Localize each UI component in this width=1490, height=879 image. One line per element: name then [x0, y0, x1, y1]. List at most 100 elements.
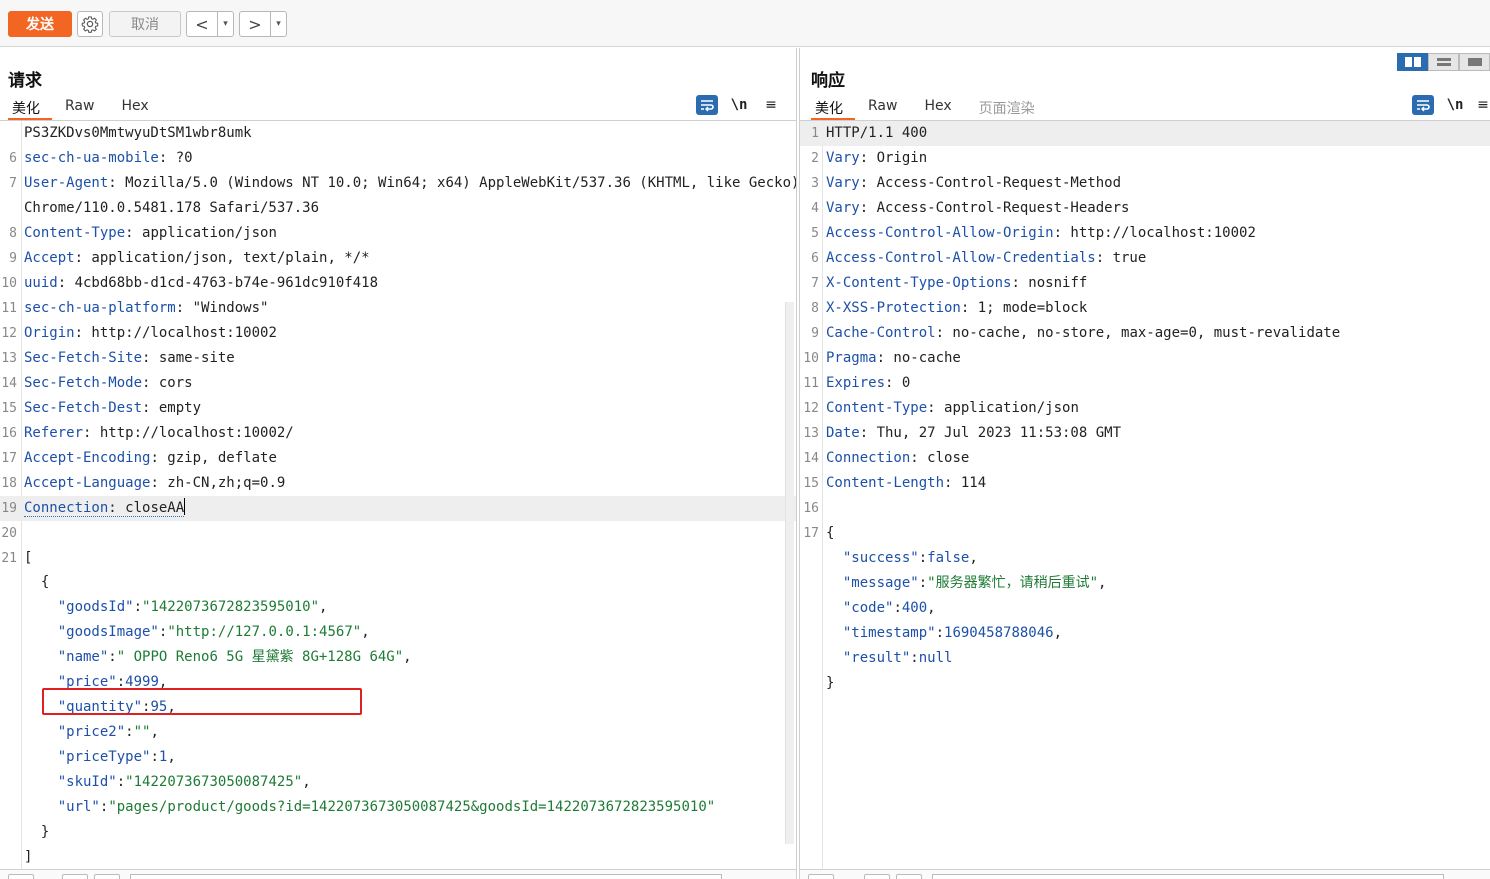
- header-name: User-Agent: [24, 175, 109, 191]
- json-value: 1690458788046: [944, 625, 1054, 641]
- json-line: {: [0, 570, 796, 595]
- back-button[interactable]: <: [187, 12, 218, 36]
- newline-toggle-icon[interactable]: \n: [728, 95, 750, 115]
- line-number: 18: [1, 476, 17, 491]
- header-value: : no-cache, no-store, max-age=0, must-re…: [935, 325, 1341, 341]
- line-number: 9: [9, 251, 17, 266]
- back-history-dropdown[interactable]: ▾: [218, 12, 233, 36]
- menu-icon[interactable]: ≡: [1476, 95, 1490, 115]
- header-value: : empty: [142, 400, 202, 416]
- line-content: "priceType":1,: [57, 749, 176, 765]
- line-number: 7: [811, 276, 819, 291]
- json-line: }: [0, 820, 796, 845]
- json-key: "price2": [57, 724, 126, 740]
- menu-icon[interactable]: ≡: [760, 95, 782, 115]
- code-line: Chrome/110.0.5481.178 Safari/537.36: [0, 196, 796, 221]
- header-value: : http://localhost:10002: [74, 325, 277, 341]
- response-search-input[interactable]: [932, 874, 1444, 879]
- line-number: 20: [1, 526, 17, 541]
- header-name: Access-Control-Allow-Origin: [826, 225, 1054, 241]
- line-content: "message":"服务器繁忙，请稍后重试",: [842, 575, 1107, 591]
- line-content: Referer: http://localhost:10002/: [24, 421, 294, 446]
- header-name: Origin: [24, 325, 75, 341]
- json-value: 1: [158, 749, 168, 765]
- cancel-button[interactable]: 取消: [109, 11, 181, 37]
- send-button[interactable]: 发送: [8, 11, 72, 37]
- request-editor-tools: \n ≡: [686, 94, 782, 116]
- search-next-button[interactable]: [94, 874, 120, 879]
- line-content: Sec-Fetch-Dest: empty: [24, 396, 201, 421]
- line-content: Vary: Access-Control-Request-Method: [826, 171, 1121, 196]
- single-view-button[interactable]: [1459, 53, 1490, 71]
- search-prev-button[interactable]: [62, 874, 88, 879]
- stacked-view-button[interactable]: [1428, 53, 1459, 71]
- line-content: "goodsImage":"http://127.0.0.1:4567",: [57, 624, 370, 640]
- request-scrollbar[interactable]: [785, 302, 794, 844]
- word-wrap-icon[interactable]: [1412, 95, 1434, 115]
- line-content: Pragma: no-cache: [826, 346, 961, 371]
- json-string: "1422073673050087425": [125, 774, 303, 790]
- response-tab-pretty[interactable]: 美化: [811, 96, 855, 120]
- search-prev-button[interactable]: [864, 874, 890, 879]
- code-line: 14 Sec-Fetch-Mode: cors: [0, 371, 796, 396]
- forward-button[interactable]: >: [240, 12, 271, 36]
- newline-toggle-icon[interactable]: \n: [1444, 95, 1466, 115]
- side-by-side-view-button[interactable]: [1397, 53, 1428, 71]
- json-string: "pages/product/goods?id=1422073673050087…: [108, 799, 716, 815]
- help-icon[interactable]: [8, 874, 34, 879]
- word-wrap-icon[interactable]: [696, 95, 718, 115]
- search-next-button[interactable]: [896, 874, 922, 879]
- header-value: : cors: [142, 375, 193, 391]
- forward-history-dropdown[interactable]: ▾: [271, 12, 286, 36]
- json-line: "price":4999,: [0, 670, 796, 695]
- json-line: "timestamp":1690458788046,: [800, 621, 1490, 646]
- json-key: "result": [842, 650, 911, 666]
- line-number: 6: [9, 151, 17, 166]
- code-line: 17 {: [800, 521, 1490, 546]
- header-name: Expires: [826, 375, 886, 391]
- json-key: "url": [57, 799, 100, 815]
- header-value: : http://localhost:10002/: [83, 425, 294, 441]
- response-editor[interactable]: 1 HTTP/1.1 400 2 Vary: Origin 3 Vary: Access-…: [800, 121, 1490, 879]
- settings-button[interactable]: [77, 11, 103, 37]
- response-title: 响应: [811, 71, 845, 91]
- json-key: "message": [842, 575, 919, 591]
- request-tab-hex[interactable]: Hex: [116, 96, 162, 120]
- line-content: Expires: 0: [826, 371, 910, 396]
- json-string: " OPPO Reno6 5G 星黛紫 8G+128G 64G": [116, 649, 404, 665]
- header-name: Vary: [826, 150, 860, 166]
- layout-toggle: [1397, 53, 1490, 71]
- response-panel: 响应 美化 Raw Hex 页面渲染 \n ≡ 1 HTTP/1.1 400 2 Va…: [799, 48, 1490, 879]
- line-number: 11: [803, 376, 819, 391]
- line-content: Date: Thu, 27 Jul 2023 11:53:08 GMT: [826, 421, 1121, 446]
- code-line: 14 Connection: close: [800, 446, 1490, 471]
- json-key: "success": [842, 550, 919, 566]
- line-number: 14: [1, 376, 17, 391]
- code-line: 3 Vary: Access-Control-Request-Method: [800, 171, 1490, 196]
- json-value: 4999: [125, 674, 159, 690]
- line-content: {: [24, 570, 49, 595]
- help-icon[interactable]: [808, 874, 834, 879]
- header-name: uuid: [24, 275, 58, 291]
- code-line: 18 Accept-Language: zh-CN,zh;q=0.9: [0, 471, 796, 496]
- json-bracket: ]: [24, 849, 33, 865]
- request-tab-pretty[interactable]: 美化: [8, 96, 52, 120]
- line-number: 2: [811, 151, 819, 166]
- response-tab-render[interactable]: 页面渲染: [974, 96, 1049, 120]
- code-line: 11 Expires: 0: [800, 371, 1490, 396]
- request-tab-raw[interactable]: Raw: [60, 96, 108, 120]
- response-tab-raw[interactable]: Raw: [863, 96, 911, 120]
- request-editor[interactable]: PS3ZKDvs0MmtwyuDtSM1wbr8umk 6 sec-ch-ua-mo…: [0, 121, 796, 879]
- header-value: : Access-Control-Request-Method: [859, 175, 1122, 191]
- code-line: 5 Access-Control-Allow-Origin: http://loc…: [800, 221, 1490, 246]
- request-tabs: 美化 Raw Hex: [8, 96, 171, 120]
- line-number: 14: [803, 451, 819, 466]
- line-number: 12: [1, 326, 17, 341]
- line-content: "quantity":95,: [57, 699, 176, 715]
- header-value: : zh-CN,zh;q=0.9: [150, 475, 286, 491]
- line-number: 8: [811, 301, 819, 316]
- line-content: Connection: close: [826, 446, 969, 471]
- request-search-input[interactable]: [130, 874, 722, 879]
- response-tab-hex[interactable]: Hex: [919, 96, 965, 120]
- header-value: : application/json: [125, 225, 277, 241]
